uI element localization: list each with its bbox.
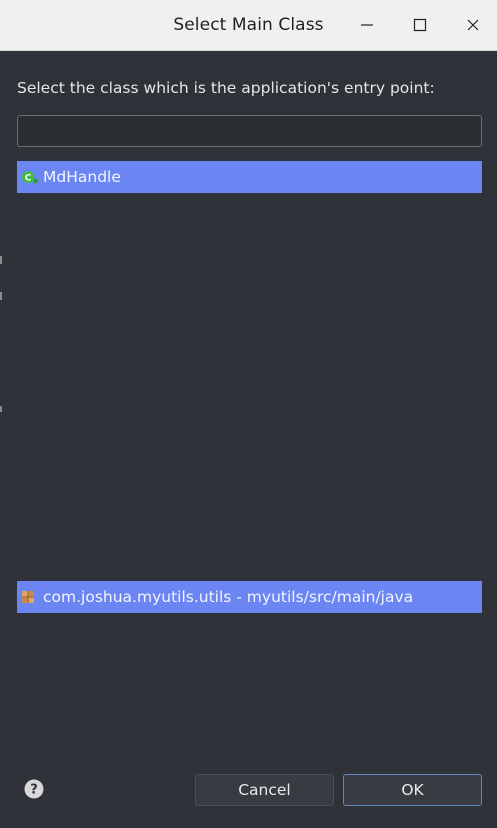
select-main-class-dialog: Select Main Class Select the class which…	[0, 0, 497, 828]
svg-text:C: C	[25, 173, 32, 183]
maximize-icon	[413, 18, 427, 32]
help-icon: ?	[24, 779, 44, 799]
background-edge-mark	[0, 256, 2, 264]
background-edge-mark	[0, 406, 2, 412]
title-bar: Select Main Class	[0, 0, 497, 51]
filter-input[interactable]	[17, 115, 482, 147]
background-edge-mark	[0, 292, 2, 300]
prompt-label: Select the class which is the applicatio…	[17, 79, 435, 97]
list-item-label: MdHandle	[43, 168, 121, 186]
cancel-button[interactable]: Cancel	[195, 774, 334, 806]
minimize-icon	[361, 24, 373, 26]
class-list[interactable]: C MdHandle	[17, 160, 482, 562]
help-button[interactable]: ?	[24, 779, 44, 799]
class-main-icon: C	[20, 168, 42, 186]
maximize-button[interactable]	[405, 10, 435, 40]
svg-text:?: ?	[30, 783, 38, 798]
list-item-class[interactable]: C MdHandle	[17, 161, 482, 193]
list-item-label: com.joshua.myutils.utils - myutils/src/m…	[43, 588, 414, 606]
close-button[interactable]	[458, 10, 488, 40]
close-icon	[467, 19, 479, 31]
ok-button[interactable]: OK	[343, 774, 482, 806]
minimize-button[interactable]	[352, 10, 382, 40]
package-icon	[20, 588, 42, 606]
list-item-package[interactable]: com.joshua.myutils.utils - myutils/src/m…	[17, 581, 482, 613]
package-list[interactable]: com.joshua.myutils.utils - myutils/src/m…	[17, 580, 482, 730]
